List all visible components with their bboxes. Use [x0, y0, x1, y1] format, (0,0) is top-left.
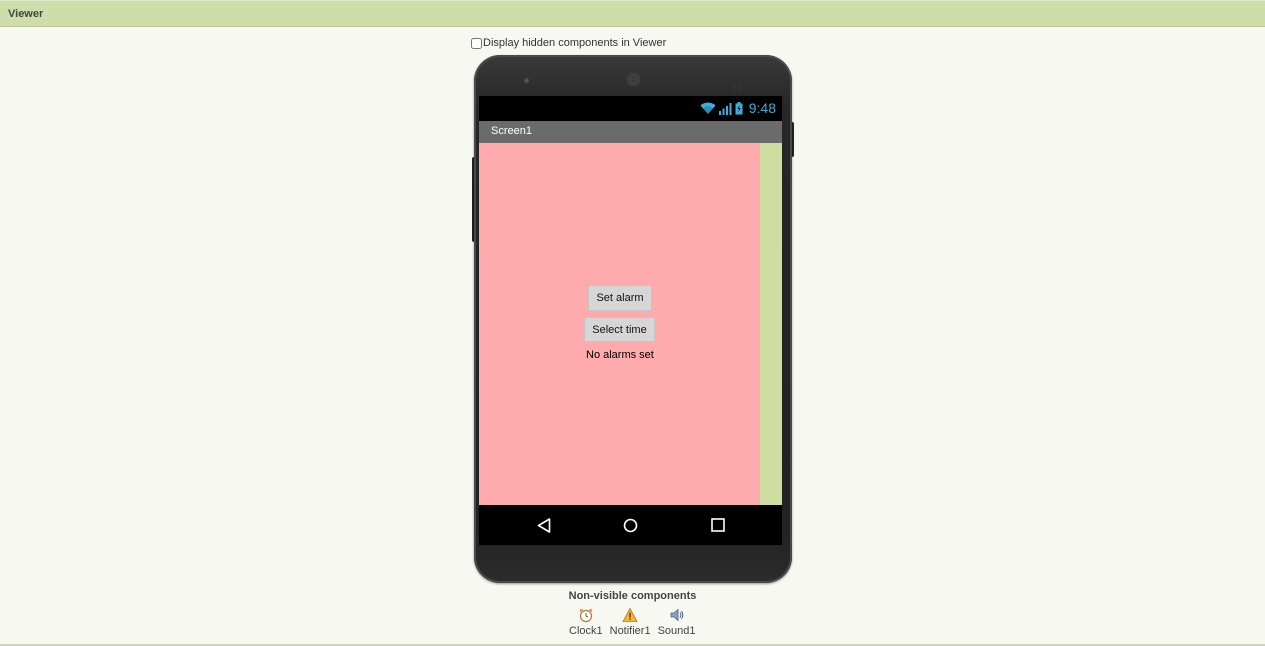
non-visible-item-notifier[interactable]: Notifier1 — [610, 607, 651, 637]
signal-icon — [718, 102, 732, 115]
non-visible-label: Sound1 — [657, 625, 696, 637]
viewer-title: Viewer — [8, 8, 44, 20]
warning-icon — [622, 607, 638, 622]
non-visible-list: Clock1 Notifier1 Sound1 — [569, 607, 696, 637]
camera-icon — [523, 77, 530, 84]
sensor-icon — [731, 77, 747, 90]
screen-edge-strip — [760, 143, 782, 505]
display-hidden-toggle[interactable]: Display hidden components in Viewer — [471, 37, 666, 49]
viewer-header: Viewer — [0, 0, 1265, 27]
battery-icon — [735, 101, 743, 114]
status-bar: 9:48 — [479, 96, 782, 121]
non-visible-label: Notifier1 — [609, 625, 651, 637]
display-hidden-label: Display hidden components in Viewer — [483, 37, 667, 49]
select-time-button[interactable]: Select time — [584, 317, 655, 342]
non-visible-item-sound[interactable]: Sound1 — [658, 607, 696, 637]
status-time: 9:48 — [748, 100, 776, 116]
earpiece-icon — [627, 73, 640, 86]
speaker-icon — [670, 608, 683, 622]
set-alarm-button[interactable]: Set alarm — [588, 285, 652, 311]
screen-title: Screen1 — [491, 125, 532, 137]
alarm-status-label: No alarms set — [586, 349, 654, 361]
non-visible-item-clock[interactable]: Clock1 — [569, 607, 603, 637]
home-circle-icon[interactable] — [623, 518, 638, 533]
back-triangle-icon[interactable] — [537, 518, 551, 533]
non-visible-label: Clock1 — [569, 625, 603, 637]
wifi-icon — [700, 102, 716, 114]
screen-title-bar: Screen1 — [479, 121, 782, 143]
display-hidden-checkbox[interactable] — [471, 37, 482, 49]
nav-bar — [479, 505, 782, 545]
non-visible-title: Non-visible components — [568, 590, 697, 602]
clock-icon — [579, 608, 593, 623]
recent-square-icon[interactable] — [711, 518, 725, 532]
